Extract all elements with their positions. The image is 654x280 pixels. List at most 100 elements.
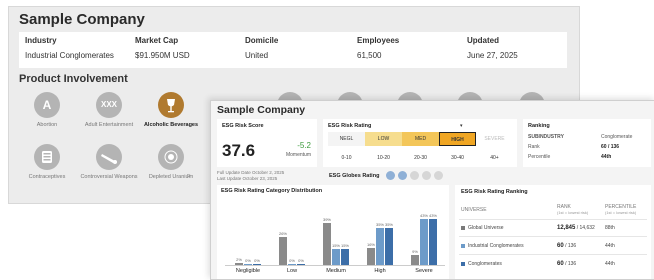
subindustry-label: SUBINDUSTRY xyxy=(528,134,564,140)
bar-value-label: 26% xyxy=(278,231,287,237)
x-tick-label: High xyxy=(374,268,386,274)
product-label: Contraceptives xyxy=(28,174,66,180)
chart-bar xyxy=(341,249,349,265)
chart-bar xyxy=(429,219,437,265)
industry-value: Industrial Conglomerates xyxy=(25,51,114,60)
risk-score-value: 37.6 xyxy=(222,141,256,160)
domicile-column: Domicile United xyxy=(245,36,278,60)
product-truncated[interactable]: F xyxy=(187,144,207,181)
momentum-value: -5.2 xyxy=(297,141,311,150)
product-controversial-weapons[interactable]: Controversial Weapons xyxy=(77,144,141,181)
bar-value-label: 15% xyxy=(340,243,349,248)
range-high: 30-40 xyxy=(451,155,464,161)
subindustry-value: Conglomerate xyxy=(601,134,633,140)
rank-cell: 60 / 136 xyxy=(557,243,577,249)
weapon-icon xyxy=(96,144,122,170)
domicile-header: Domicile xyxy=(245,36,279,45)
esg-risk-rating-card: ESG Risk Rating ▾ NEGL LOW MED HIGH SEVE… xyxy=(323,119,517,167)
rating-high: HIGH xyxy=(439,132,476,146)
chart-bar xyxy=(385,227,393,265)
product-abortion[interactable]: A Abortion xyxy=(15,92,79,129)
updated-header: Updated xyxy=(467,36,499,45)
globe-icon-filled xyxy=(386,171,395,180)
company-title: Sample Company xyxy=(19,11,145,28)
product-label: Adult Entertainment xyxy=(84,122,134,128)
bar-value-label: 0% xyxy=(298,258,304,263)
ranking-table-card: ESG Risk Rating Ranking UNIVERSE RANK (1… xyxy=(455,185,651,279)
table-row[interactable]: Conglomerates xyxy=(461,261,502,267)
rating-marker-icon: ▾ xyxy=(460,123,463,129)
range-low: 10-20 xyxy=(377,155,390,161)
percentile-cell: 44th xyxy=(605,243,615,249)
legend-swatch xyxy=(461,261,465,266)
product-label: F xyxy=(187,174,191,180)
globe-icon-filled xyxy=(398,171,407,180)
percentile-value: 44th xyxy=(601,154,612,160)
product-label: Controversial Weapons xyxy=(80,174,138,180)
legend-swatch xyxy=(461,243,465,248)
table-row[interactable]: Industrial Conglomerates xyxy=(461,243,524,249)
legend-swatch xyxy=(461,225,465,230)
percentile-cell: 44th xyxy=(605,261,615,267)
bar-value-label: 0% xyxy=(254,258,260,263)
employees-header: Employees xyxy=(357,36,400,45)
domicile-value: United xyxy=(245,51,269,60)
ranking-table-title: ESG Risk Rating Ranking xyxy=(461,189,528,195)
employees-column: Employees 61,500 xyxy=(357,36,399,60)
rank-cell: 60 / 136 xyxy=(557,261,577,267)
divider xyxy=(459,254,647,255)
wine-glass-icon xyxy=(158,92,184,118)
risk-rating-label: ESG Risk Rating xyxy=(328,123,372,129)
percentile-label: Percentile xyxy=(528,154,551,160)
chart-bar xyxy=(411,255,419,265)
last-update-date: Last Update October 23, 2025 xyxy=(217,176,278,181)
col-rank-sub: (1st = lowest risk) xyxy=(557,210,589,215)
x-tick-label: Negligible xyxy=(235,268,261,274)
rank-value: 60 / 136 xyxy=(601,144,620,150)
rank-cell: 12,845 / 14,632 xyxy=(557,225,595,231)
product-adult-entertainment[interactable]: XXX Adult Entertainment xyxy=(77,92,141,129)
momentum-label: Momentum xyxy=(285,152,311,158)
bar-value-label: 43% xyxy=(428,213,437,219)
industry-column: Industry Industrial Conglomerates xyxy=(25,36,114,60)
rating-negl: NEGL xyxy=(328,132,365,146)
distribution-chart-card: ESG Risk Rating Category Distribution 2%… xyxy=(217,185,449,279)
chart-bar xyxy=(367,247,375,265)
rating-low: LOW xyxy=(365,132,402,146)
divider xyxy=(459,236,647,237)
risk-rating-scale: NEGL LOW MED HIGH SEVERE xyxy=(328,132,513,146)
bar-value-label: 35% xyxy=(384,221,393,227)
market-cap-header: Market Cap xyxy=(135,36,179,45)
x-tick-label: Severe xyxy=(415,268,433,274)
abortion-icon: A xyxy=(34,92,60,118)
product-contraceptives[interactable]: Contraceptives xyxy=(15,144,79,181)
ranking-label: Ranking xyxy=(528,123,550,129)
percentile-cell: 88th xyxy=(605,225,615,231)
range-med: 20-30 xyxy=(414,155,427,161)
product-label: Alcoholic Beverages xyxy=(143,122,199,128)
rating-med: MED xyxy=(402,132,439,146)
bar-value-label: 39% xyxy=(322,217,331,223)
globe-icon-empty xyxy=(410,171,419,180)
ranking-card: Ranking SUBINDUSTRY Conglomerate Rank 60… xyxy=(523,119,651,167)
esg-risk-score-card: ESG Risk Score 37.6 -5.2 Momentum xyxy=(217,119,317,167)
esg-company-title: Sample Company xyxy=(217,104,306,116)
globes-label: ESG Globes Rating xyxy=(329,173,380,179)
globe-icon-empty xyxy=(434,171,443,180)
product-involvement-title: Product Involvement xyxy=(19,73,128,85)
divider xyxy=(459,219,647,220)
col-universe: UNIVERSE xyxy=(461,207,487,213)
table-row[interactable]: Global Universe xyxy=(461,225,504,231)
product-alcoholic-beverages[interactable]: Alcoholic Beverages xyxy=(139,92,203,129)
x-tick-label: Low xyxy=(286,268,298,274)
uranium-icon xyxy=(158,144,184,170)
esg-risk-panel: Sample Company ESG Risk Score 37.6 -5.2 … xyxy=(210,100,654,280)
market-cap-value: $91.950M USD xyxy=(135,51,190,60)
chart-bar xyxy=(376,227,384,265)
market-cap-column: Market Cap $91.950M USD xyxy=(135,36,190,60)
distribution-chart: 2% 0% 0% Negligible 26% 0% 0% Low 39% 15% 15% Mediu… xyxy=(217,185,449,279)
updated-column: Updated June 27, 2025 xyxy=(467,36,518,60)
rating-severe: SEVERE xyxy=(476,132,513,146)
rank-label: Rank xyxy=(528,144,540,150)
employees-value: 61,500 xyxy=(357,51,382,60)
